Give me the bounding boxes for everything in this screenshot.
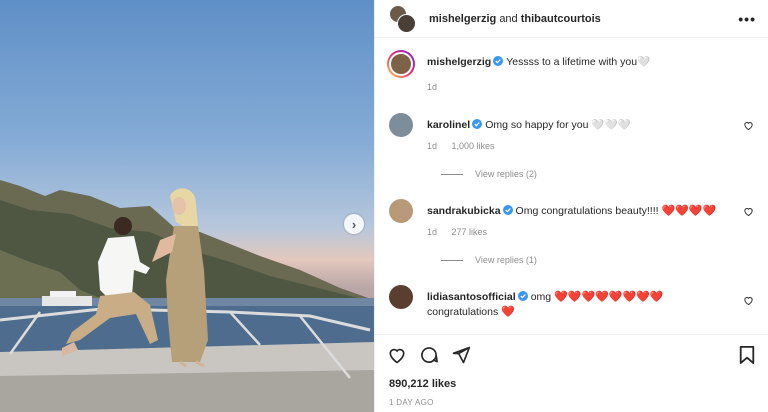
share-icon[interactable]	[451, 345, 471, 365]
next-arrow-icon: ›	[351, 216, 357, 232]
comment-emoji: ❤️❤️❤️❤️❤️❤️❤️❤️	[554, 291, 664, 303]
avatar[interactable]	[389, 285, 413, 309]
avatar[interactable]	[387, 50, 415, 78]
heart-icon[interactable]	[743, 295, 754, 306]
view-replies-text[interactable]: View replies (1)	[475, 255, 537, 265]
post-timestamp[interactable]: 1 DAY AGO	[389, 398, 434, 407]
comment-text: Omg congratulations beauty!!!!	[515, 205, 659, 217]
comment-username[interactable]: sandrakubicka	[427, 205, 501, 217]
view-replies-text[interactable]: View replies (2)	[475, 169, 537, 179]
post-side-panel: mishelgerzig and thibautcourtois ••• mis…	[374, 0, 768, 412]
view-replies[interactable]: View replies (1)	[441, 255, 537, 265]
comment-emoji: 🤍🤍🤍	[591, 119, 631, 131]
post-photo[interactable]: ›	[0, 0, 374, 412]
more-icon[interactable]: •••	[738, 11, 756, 27]
likes-count[interactable]: 890,212 likes	[389, 378, 456, 390]
comment-text: omg	[530, 291, 552, 303]
post-actions: 890,212 likes 1 DAY AGO	[375, 334, 768, 412]
comment-username[interactable]: karolinel	[427, 119, 470, 131]
verified-icon	[493, 56, 504, 66]
verified-icon	[502, 205, 513, 215]
verified-icon	[517, 291, 528, 301]
comment-username[interactable]: lidiasantosofficial	[427, 291, 516, 303]
comment-likes[interactable]: 277 likes	[452, 227, 488, 237]
joiner-text: and	[499, 12, 518, 25]
caption-username[interactable]: mishelgerzig	[427, 56, 491, 68]
caption-time[interactable]: 1d	[427, 82, 437, 92]
bookmark-icon[interactable]	[738, 345, 756, 365]
comment-time[interactable]: 1d	[427, 227, 437, 237]
comment-text-line2: congratulations	[427, 306, 499, 318]
view-replies[interactable]: View replies (2)	[441, 169, 537, 179]
caption-trailing-glyph: 🤍	[637, 56, 651, 68]
collab-avatars[interactable]	[389, 4, 417, 33]
collab-usernames: mishelgerzig and thibautcourtois	[429, 13, 601, 25]
heart-icon[interactable]	[387, 345, 407, 365]
comment-emoji: ❤️❤️❤️❤️	[661, 205, 717, 217]
caption-text: Yessss to a lifetime with you	[506, 56, 638, 68]
avatar[interactable]	[389, 113, 413, 137]
verified-icon	[472, 119, 483, 129]
photo-scene	[0, 180, 374, 412]
comment-text: Omg so happy for you	[485, 119, 589, 131]
heart-icon[interactable]	[743, 206, 754, 217]
coauthor-username[interactable]: thibautcourtois	[521, 13, 601, 25]
next-image-button[interactable]: ›	[344, 214, 364, 234]
avatar	[397, 13, 416, 33]
heart-icon[interactable]	[743, 120, 754, 131]
comment-icon[interactable]	[419, 345, 439, 365]
comment-time[interactable]: 1d	[427, 141, 437, 151]
author-username[interactable]: mishelgerzig	[429, 13, 496, 25]
comment-likes[interactable]: 1,000 likes	[452, 141, 495, 151]
avatar[interactable]	[389, 199, 413, 223]
comment-emoji: ❤️	[501, 306, 515, 318]
post-header: mishelgerzig and thibautcourtois •••	[375, 0, 768, 38]
